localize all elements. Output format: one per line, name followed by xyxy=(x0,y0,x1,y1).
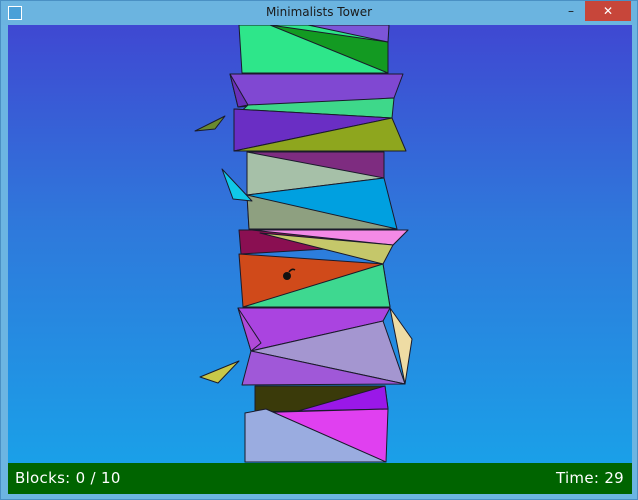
close-icon: ✕ xyxy=(602,4,614,18)
falling-shard xyxy=(194,115,226,132)
time-value: 29 xyxy=(604,469,624,487)
time-label: Time: xyxy=(555,469,600,487)
blocks-label: Blocks: xyxy=(15,469,71,487)
title-bar[interactable]: Minimalists Tower – ✕ xyxy=(1,1,637,25)
status-bar: Blocks: 0 / 10 Time: 29 xyxy=(8,463,632,494)
game-window: Minimalists Tower – ✕ Blocks: 0 / 10 Tim… xyxy=(0,0,638,500)
timer: Time: 29 xyxy=(556,469,624,487)
falling-shard xyxy=(199,360,240,384)
game-canvas[interactable] xyxy=(8,25,632,463)
tower-scene xyxy=(194,25,413,463)
window-title: Minimalists Tower xyxy=(265,5,373,19)
blocks-counter: Blocks: 0 / 10 xyxy=(15,469,121,487)
minimize-button[interactable]: – xyxy=(560,1,582,21)
close-button[interactable]: ✕ xyxy=(585,1,631,21)
blocks-total: 10 xyxy=(100,469,121,487)
blocks-current: 0 xyxy=(75,469,86,487)
blocks-separator: / xyxy=(90,469,96,487)
minimize-icon: – xyxy=(568,4,574,18)
